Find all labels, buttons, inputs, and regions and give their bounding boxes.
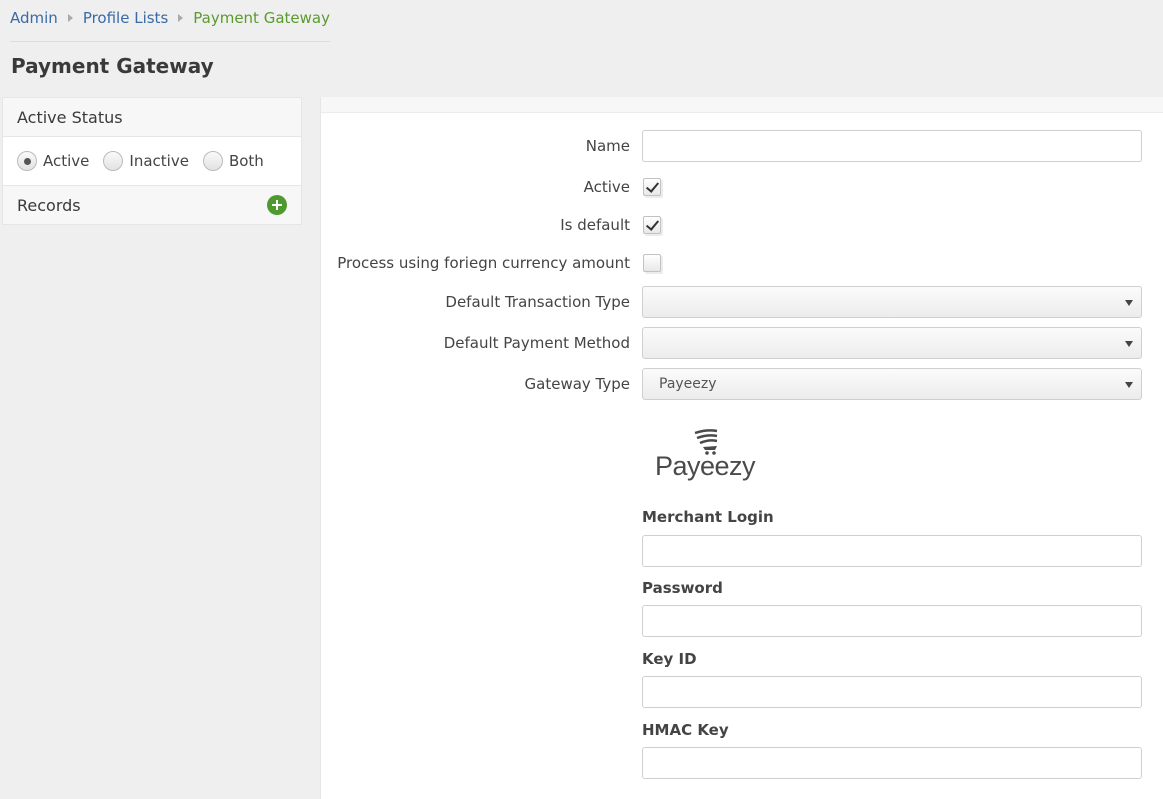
active-status-title: Active Status bbox=[17, 107, 123, 127]
foreign-currency-checkbox[interactable] bbox=[643, 254, 661, 272]
breadcrumb: Admin Profile Lists Payment Gateway bbox=[10, 8, 330, 28]
active-checkbox[interactable] bbox=[643, 178, 661, 196]
radio-checked-icon[interactable] bbox=[17, 151, 37, 171]
status-filter: Active Inactive Both bbox=[2, 137, 302, 185]
is-default-row: Is default bbox=[321, 209, 1163, 241]
payeezy-logo: Payeezy bbox=[655, 427, 765, 487]
status-radio-both-label: Both bbox=[228, 152, 264, 170]
payment-method-row: Default Payment Method bbox=[321, 327, 1163, 359]
name-input[interactable] bbox=[642, 130, 1142, 162]
gateway-type-select[interactable]: Payeezy bbox=[642, 368, 1142, 400]
sidebar: Active Status Active Inactive Both Recor… bbox=[2, 97, 302, 225]
foreign-currency-label: Process using foriegn currency amount bbox=[337, 254, 630, 272]
payment-method-label: Default Payment Method bbox=[443, 334, 630, 352]
breadcrumb-profile-lists[interactable]: Profile Lists bbox=[83, 9, 168, 27]
key-id-label: Key ID bbox=[642, 650, 697, 668]
gateway-type-label: Gateway Type bbox=[524, 375, 630, 393]
breadcrumb-admin[interactable]: Admin bbox=[10, 9, 58, 27]
plus-circle-icon[interactable] bbox=[267, 195, 287, 215]
main-content: Name Active Is default Process using for… bbox=[320, 97, 1163, 799]
key-id-input[interactable] bbox=[642, 676, 1142, 708]
status-radio-both[interactable]: Both bbox=[202, 151, 264, 171]
active-label: Active bbox=[583, 178, 630, 196]
merchant-login-label: Merchant Login bbox=[642, 508, 774, 526]
status-radio-active-label: Active bbox=[43, 152, 90, 170]
gateway-type-value: Payeezy bbox=[659, 376, 717, 392]
breadcrumb-divider bbox=[10, 41, 330, 42]
status-radio-active[interactable]: Active bbox=[17, 151, 89, 171]
name-row: Name bbox=[321, 130, 1163, 162]
hmac-key-label: HMAC Key bbox=[642, 721, 729, 739]
main-topbar bbox=[321, 97, 1163, 113]
breadcrumb-separator-icon bbox=[178, 14, 184, 22]
radio-unchecked-icon[interactable] bbox=[103, 151, 124, 171]
radio-unchecked-icon[interactable] bbox=[202, 151, 223, 171]
payment-method-select[interactable] bbox=[642, 327, 1142, 359]
is-default-checkbox[interactable] bbox=[643, 216, 661, 234]
password-input[interactable] bbox=[642, 605, 1142, 637]
foreign-currency-row: Process using foriegn currency amount bbox=[321, 247, 1163, 279]
active-status-header: Active Status bbox=[2, 97, 302, 137]
transaction-type-row: Default Transaction Type bbox=[321, 286, 1163, 318]
gateway-type-row: Gateway Type Payeezy bbox=[321, 368, 1163, 400]
transaction-type-label: Default Transaction Type bbox=[445, 293, 630, 311]
active-row: Active bbox=[321, 171, 1163, 203]
caret-down-icon bbox=[1125, 341, 1133, 347]
hmac-key-input[interactable] bbox=[642, 747, 1142, 779]
records-header: Records bbox=[2, 185, 302, 225]
status-radio-inactive[interactable]: Inactive bbox=[103, 151, 189, 171]
password-label: Password bbox=[642, 579, 723, 597]
records-title: Records bbox=[17, 195, 81, 215]
is-default-label: Is default bbox=[560, 216, 630, 234]
breadcrumb-payment-gateway: Payment Gateway bbox=[193, 9, 330, 27]
page-title: Payment Gateway bbox=[11, 54, 214, 78]
caret-down-icon bbox=[1125, 382, 1133, 388]
transaction-type-select[interactable] bbox=[642, 286, 1142, 318]
payeezy-logo-text: Payeezy bbox=[655, 451, 756, 481]
breadcrumb-separator-icon bbox=[67, 14, 73, 22]
merchant-login-input[interactable] bbox=[642, 535, 1142, 567]
caret-down-icon bbox=[1125, 300, 1133, 306]
status-radio-inactive-label: Inactive bbox=[129, 152, 189, 170]
name-label: Name bbox=[585, 137, 630, 155]
